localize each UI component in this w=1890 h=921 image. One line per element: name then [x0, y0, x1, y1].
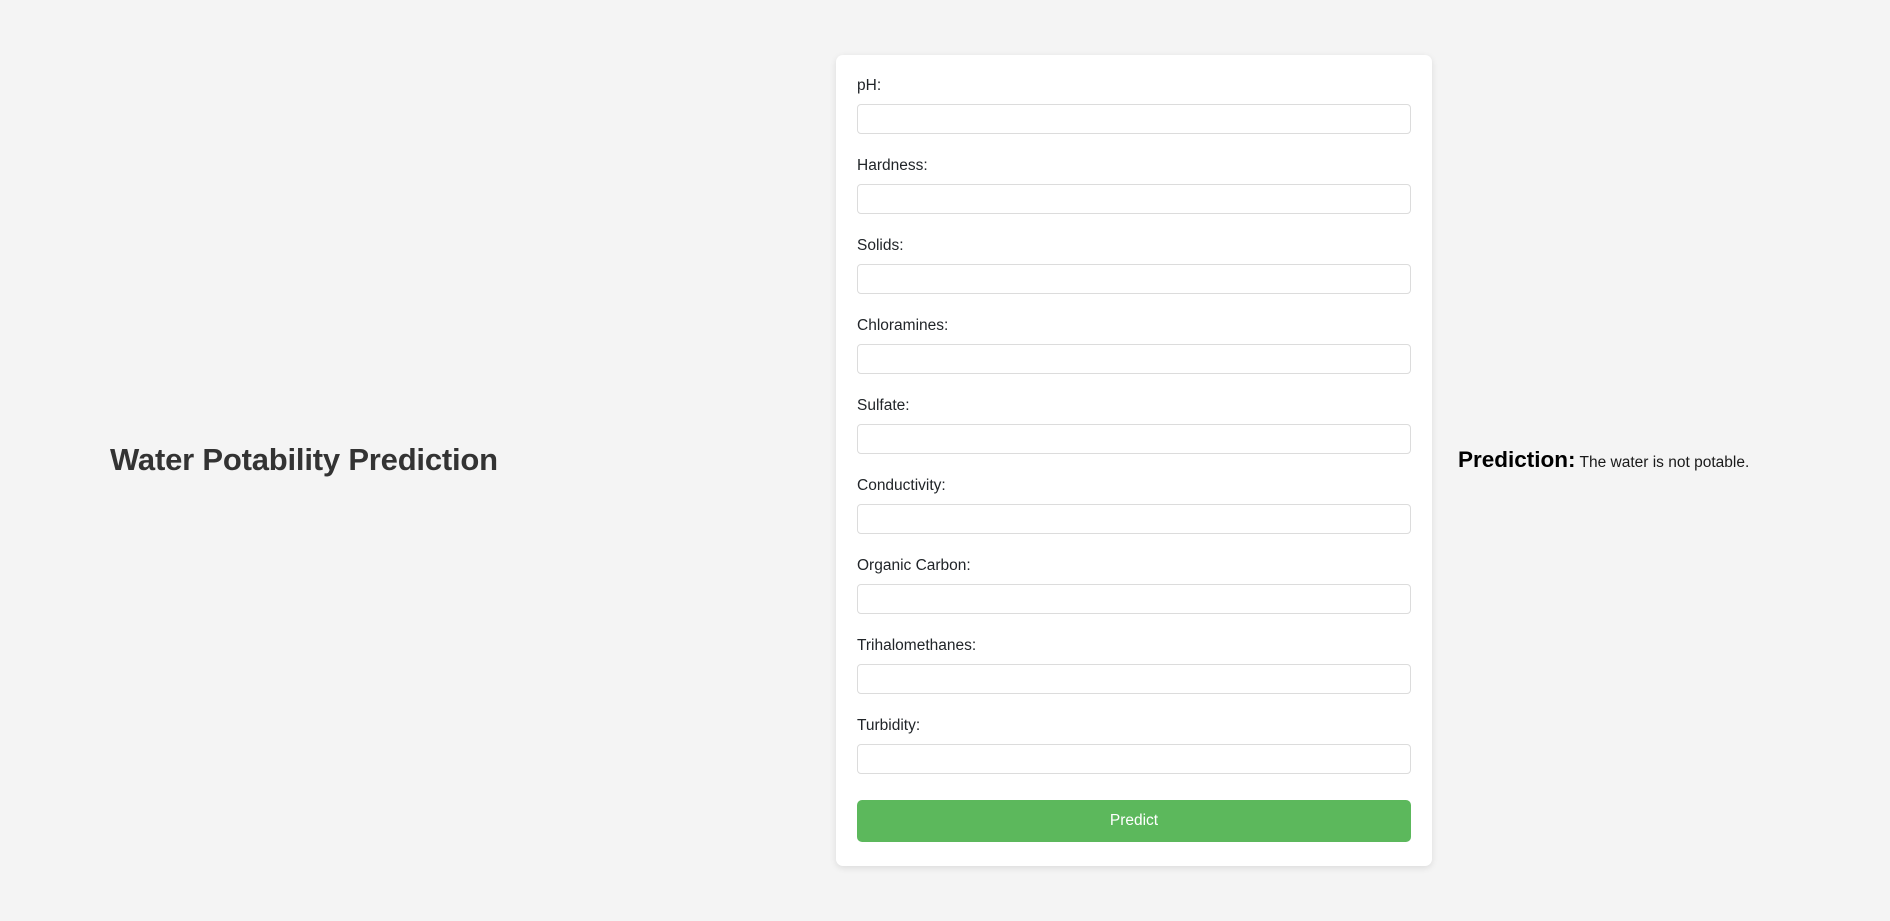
form-row-turbidity: Turbidity:	[857, 716, 1411, 774]
title-column: Water Potability Prediction	[0, 0, 836, 921]
organic-carbon-label: Organic Carbon:	[857, 556, 971, 574]
hardness-input[interactable]	[857, 184, 1411, 215]
form-column: pH: Hardness: Solids: Chloramines: Sulfa…	[836, 0, 1432, 921]
app-root: Water Potability Prediction pH: Hardness…	[0, 0, 1890, 921]
chloramines-label: Chloramines:	[857, 317, 949, 335]
form-row-solids: Solids:	[857, 236, 1411, 295]
water-potability-form: pH: Hardness: Solids: Chloramines: Sulfa…	[836, 55, 1432, 866]
solids-input[interactable]	[857, 264, 1411, 295]
turbidity-input[interactable]	[857, 743, 1411, 774]
sulfate-label: Sulfate:	[857, 397, 910, 415]
sulfate-input[interactable]	[857, 423, 1411, 454]
organic-carbon-input[interactable]	[857, 583, 1411, 614]
chloramines-input[interactable]	[857, 344, 1411, 375]
turbidity-label: Turbidity:	[857, 716, 921, 734]
form-row-chloramines: Chloramines:	[857, 316, 1411, 375]
form-row-trihalomethanes: Trihalomethanes:	[857, 636, 1411, 694]
ph-label: pH:	[857, 77, 882, 95]
prediction-result: Prediction: The water is not potable.	[1432, 447, 1750, 473]
predict-button[interactable]: Predict	[857, 799, 1411, 842]
conductivity-input[interactable]	[857, 503, 1411, 534]
trihalomethanes-label: Trihalomethanes:	[857, 636, 977, 654]
solids-label: Solids:	[857, 237, 904, 255]
form-row-sulfate: Sulfate:	[857, 396, 1411, 454]
prediction-text: The water is not potable.	[1579, 454, 1750, 472]
trihalomethanes-input[interactable]	[857, 663, 1411, 694]
page-title: Water Potability Prediction	[110, 442, 498, 478]
ph-input[interactable]	[857, 104, 1411, 135]
form-row-ph: pH:	[857, 76, 1411, 135]
form-row-organic-carbon: Organic Carbon:	[857, 556, 1411, 614]
conductivity-label: Conductivity:	[857, 476, 946, 494]
prediction-heading: Prediction:	[1458, 447, 1576, 473]
hardness-label: Hardness:	[857, 157, 928, 175]
result-column: Prediction: The water is not potable.	[1432, 0, 1890, 921]
form-row-hardness: Hardness:	[857, 156, 1411, 215]
form-row-conductivity: Conductivity:	[857, 476, 1411, 534]
